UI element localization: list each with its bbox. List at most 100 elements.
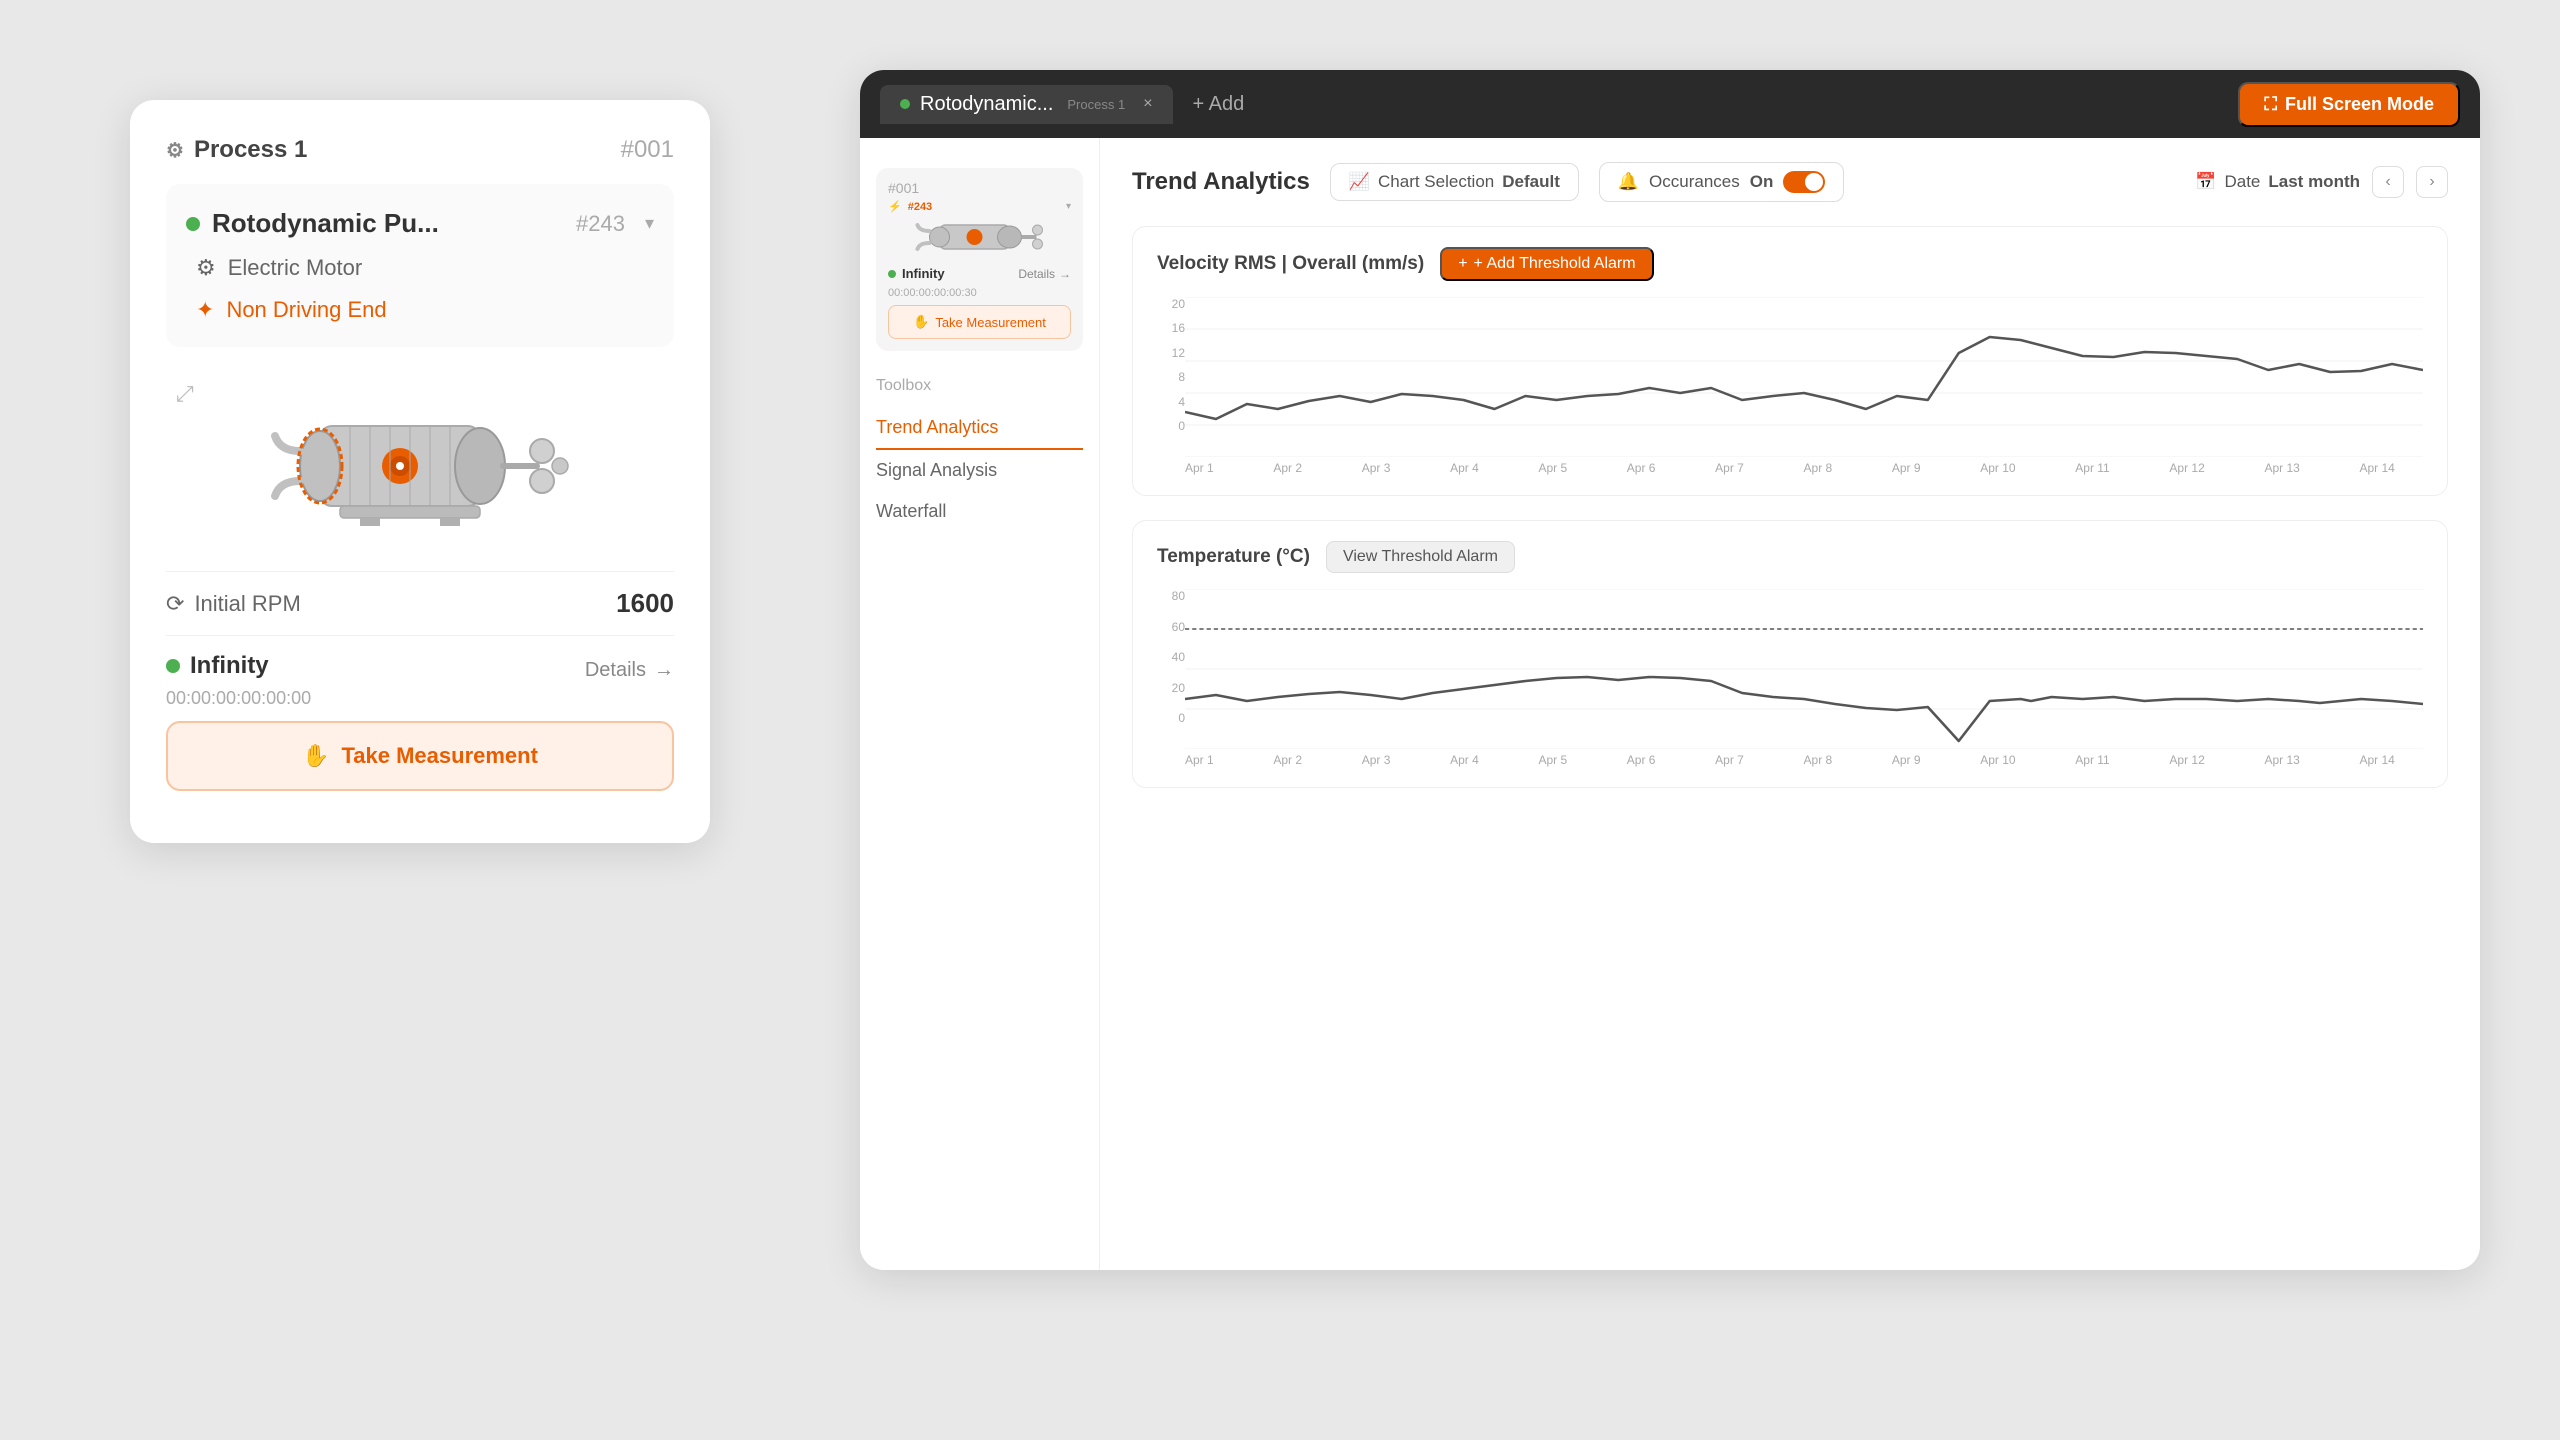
y-label-8: 8	[1157, 370, 1185, 384]
occurrences-label: Occurances	[1649, 172, 1740, 192]
sidebar-expand-icon: ▾	[1066, 201, 1071, 212]
date-picker[interactable]: 📅 Date Last month	[2195, 172, 2360, 192]
velocity-chart-svg	[1185, 297, 2423, 457]
sidebar-measure-button[interactable]: ✋ Take Measurement	[888, 305, 1071, 339]
velocity-chart-header: Velocity RMS | Overall (mm/s) + + Add Th…	[1157, 247, 2423, 281]
temperature-x-axis: Apr 1 Apr 2 Apr 3 Apr 4 Apr 5 Apr 6 Apr …	[1157, 749, 2423, 767]
date-nav: 📅 Date Last month ‹ ›	[2195, 166, 2448, 198]
status-section: Infinity Details → 00:00:00:00:00:00 ✋ T…	[166, 635, 674, 807]
sidebar-mini-card: #001 ⚡ #243 ▾	[876, 168, 1083, 351]
process-id: #001	[621, 136, 674, 164]
sidebar-hand-icon: ✋	[913, 314, 929, 330]
sidebar-item-waterfall[interactable]: Waterfall	[876, 491, 1083, 532]
y-label-0: 0	[1157, 419, 1185, 433]
sidebar-time: 00:00:00:00:00:30	[888, 287, 1071, 299]
prev-arrow[interactable]: ‹	[2372, 166, 2404, 198]
sidebar-tag: #243	[908, 201, 932, 213]
hand-icon: ✋	[302, 743, 329, 769]
add-tab-button[interactable]: + Add	[1177, 85, 1261, 124]
ty-label-80: 80	[1157, 589, 1185, 603]
details-link[interactable]: Details →	[585, 659, 674, 682]
ty-label-60: 60	[1157, 620, 1185, 634]
date-value: Last month	[2268, 172, 2360, 192]
rpm-icon: ⟳	[166, 591, 184, 617]
occurrences-switch[interactable]	[1783, 171, 1825, 193]
sidebar-pump-icon: ⚡	[888, 200, 902, 213]
chart-selection-value: Default	[1502, 172, 1560, 192]
calendar-icon: 📅	[2195, 172, 2216, 192]
analytics-content: #001 ⚡ #243 ▾	[860, 138, 2480, 1270]
nde-icon: ✦	[196, 297, 214, 323]
y-label-12: 12	[1157, 346, 1185, 360]
sidebar-motor-svg	[888, 217, 1071, 257]
take-measurement-button[interactable]: ✋ Take Measurement	[166, 721, 674, 791]
ty-label-20: 20	[1157, 681, 1185, 695]
add-threshold-button[interactable]: + + Add Threshold Alarm	[1440, 247, 1653, 281]
status-time: 00:00:00:00:00:00	[166, 688, 674, 709]
sidebar-mini-id: #001	[888, 180, 1071, 196]
temperature-chart-svg	[1185, 589, 2423, 749]
next-arrow[interactable]: ›	[2416, 166, 2448, 198]
chart-area: Trend Analytics 📈 Chart Selection Defaul…	[1100, 138, 2480, 1270]
chart-selection-label: Chart Selection	[1378, 172, 1494, 192]
tab-status-dot	[900, 99, 910, 109]
tab-name: Rotodynamic...	[920, 93, 1053, 116]
process-title: ⚙ Process 1	[166, 136, 307, 164]
y-label-20: 20	[1157, 297, 1185, 311]
device-expand-icon[interactable]: ▾	[645, 213, 654, 234]
temperature-chart-container: 80 60 40 20 0	[1157, 589, 2423, 749]
temperature-y-axis: 80 60 40 20 0	[1157, 589, 1185, 749]
occurrences-value: On	[1750, 172, 1774, 192]
motor-illustration: ⤢	[166, 371, 674, 551]
rpm-stats-row: ⟳ Initial RPM 1600	[166, 571, 674, 635]
fullscreen-button[interactable]: ⛶ Full Screen Mode	[2238, 82, 2460, 127]
device-list: Rotodynamic Pu... #243 ▾ ⚙ Electric Moto…	[166, 184, 674, 347]
sub-item-nde[interactable]: ✦ Non Driving End	[186, 289, 654, 331]
trend-analytics-title: Trend Analytics	[1132, 168, 1310, 196]
motor-svg	[260, 381, 580, 541]
rpm-value: 1600	[616, 588, 674, 619]
sidebar-item-signal-analysis[interactable]: Signal Analysis	[876, 450, 1083, 491]
sidebar-mini-pump: ⚡ #243 ▾	[888, 200, 1071, 213]
ty-label-40: 40	[1157, 650, 1185, 664]
velocity-chart-title: Velocity RMS | Overall (mm/s)	[1157, 253, 1424, 275]
sidebar-details-link[interactable]: Details →	[1018, 267, 1071, 281]
velocity-y-axis: 20 16 12 8 4 0	[1157, 297, 1185, 457]
view-threshold-button[interactable]: View Threshold Alarm	[1326, 541, 1515, 573]
device-status-dot	[186, 217, 200, 231]
motor-icon: ⚙	[196, 255, 216, 281]
ty-label-0: 0	[1157, 711, 1185, 725]
rpm-label: ⟳ Initial RPM	[166, 591, 301, 617]
sidebar-status-dot	[888, 270, 896, 278]
fullscreen-icon: ⛶	[2264, 94, 2277, 115]
card-header: ⚙ Process 1 #001	[166, 136, 674, 164]
temperature-chart-header: Temperature (°C) View Threshold Alarm	[1157, 541, 2423, 573]
plus-icon: +	[1458, 255, 1467, 273]
y-label-4: 4	[1157, 395, 1185, 409]
tab-close-button[interactable]: ×	[1143, 95, 1152, 113]
velocity-chart-container: 20 16 12 8 4 0	[1157, 297, 2423, 457]
analytics-panel: Rotodynamic... Process 1 × + Add ⛶ Full …	[860, 70, 2480, 1270]
sidebar-item-trend-analytics[interactable]: Trend Analytics	[876, 407, 1083, 450]
chart-toolbar: Trend Analytics 📈 Chart Selection Defaul…	[1132, 162, 2448, 202]
expand-button[interactable]: ⤢	[176, 381, 194, 407]
temperature-chart-panel: Temperature (°C) View Threshold Alarm 80…	[1132, 520, 2448, 788]
sub-item-motor[interactable]: ⚙ Electric Motor	[186, 247, 654, 289]
status-row: Infinity Details →	[166, 652, 674, 688]
y-label-16: 16	[1157, 321, 1185, 335]
toolbox-title: Toolbox	[876, 377, 1083, 395]
velocity-x-axis: Apr 1 Apr 2 Apr 3 Apr 4 Apr 5 Apr 6 Apr …	[1157, 457, 2423, 475]
tab-rotodynamic[interactable]: Rotodynamic... Process 1 ×	[880, 85, 1173, 124]
process-icon: ⚙	[166, 138, 184, 163]
occurrences-toggle[interactable]: 🔔 Occurances On	[1599, 162, 1844, 202]
sidebar-status-row: Infinity Details →	[888, 266, 1071, 281]
temperature-chart-title: Temperature (°C)	[1157, 546, 1310, 568]
machine-card: ⚙ Process 1 #001 Rotodynamic Pu... #243 …	[130, 100, 710, 843]
status-active-dot	[166, 659, 180, 673]
velocity-chart-panel: Velocity RMS | Overall (mm/s) + + Add Th…	[1132, 226, 2448, 496]
device-item-pump[interactable]: Rotodynamic Pu... #243 ▾	[186, 200, 654, 247]
chart-selection-button[interactable]: 📈 Chart Selection Default	[1330, 163, 1579, 201]
status-name: Infinity	[166, 652, 269, 680]
sidebar-status-name: Infinity	[902, 266, 945, 281]
toolbox-section: Toolbox Trend Analytics Signal Analysis …	[860, 361, 1099, 548]
